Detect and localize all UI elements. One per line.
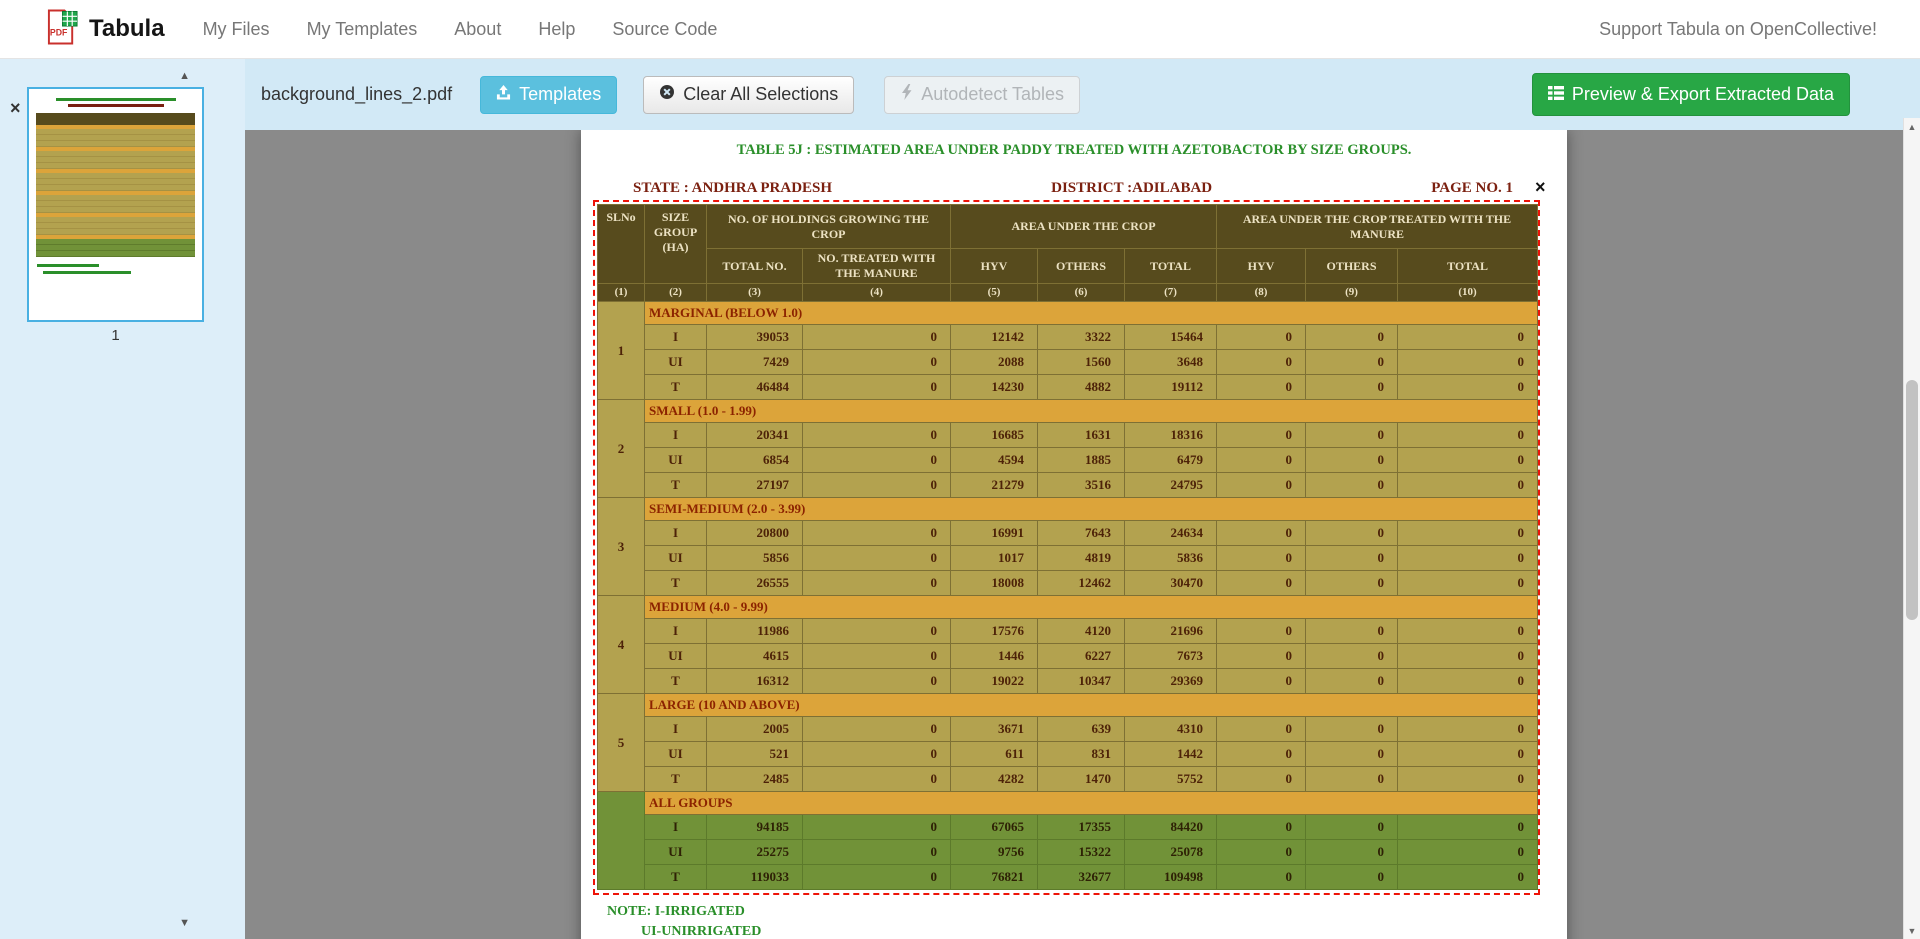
sidebar-scroll-up-icon[interactable]: ▲	[179, 71, 190, 82]
table-list-icon	[1548, 84, 1564, 105]
nav-links: My Files My Templates About Help Source …	[203, 19, 718, 40]
nav-about[interactable]: About	[454, 19, 501, 40]
note-line-2: UI-UNIRRIGATED	[641, 922, 761, 939]
scrollbar-down-icon[interactable]: ▼	[1904, 922, 1920, 939]
thumbnail-close-icon[interactable]: ×	[10, 99, 21, 117]
thumbnail-table	[36, 113, 195, 257]
document-filename: background_lines_2.pdf	[261, 84, 452, 105]
clear-all-selections-button[interactable]: Clear All Selections	[643, 76, 854, 114]
remove-circle-icon	[659, 84, 675, 105]
thumbnail-note-line	[43, 271, 131, 274]
sidebar-scroll-down-icon[interactable]: ▼	[179, 918, 190, 929]
thumbnail-note-line	[37, 264, 99, 267]
pdf-note: NOTE: I-IRRIGATED UI-UNIRRIGATED	[607, 902, 761, 939]
lightning-bolt-icon	[900, 84, 913, 105]
selection-close-icon[interactable]: ×	[1535, 178, 1546, 196]
thumbnail-title-line	[56, 98, 176, 101]
pdf-page[interactable]: TABLE 5J : ESTIMATED AREA UNDER PADDY TR…	[581, 130, 1567, 939]
upload-icon	[496, 84, 511, 105]
top-navbar: PDF Tabula My Files My Templates About H…	[0, 0, 1920, 59]
nav-help[interactable]: Help	[538, 19, 575, 40]
preview-export-button[interactable]: Preview & Export Extracted Data	[1532, 73, 1850, 116]
autodetect-tables-button: Autodetect Tables	[884, 76, 1080, 114]
main-panel: background_lines_2.pdf Templates	[245, 59, 1920, 939]
templates-button[interactable]: Templates	[480, 76, 617, 114]
thumbnail-meta-line	[68, 104, 164, 107]
note-line-1: NOTE: I-IRRIGATED	[607, 902, 761, 922]
tabula-brand[interactable]: PDF Tabula	[46, 8, 165, 51]
brand-title: Tabula	[89, 15, 165, 43]
page-no-text: PAGE NO. 1	[1431, 180, 1513, 197]
page-sidebar: × 1 ▲ ▼	[0, 59, 245, 939]
nav-source-code[interactable]: Source Code	[612, 19, 717, 40]
svg-text:PDF: PDF	[50, 27, 67, 37]
pdf-table-title: TABLE 5J : ESTIMATED AREA UNDER PADDY TR…	[581, 142, 1567, 159]
pdf-meta-row: STATE : ANDHRA PRADESH DISTRICT :ADILABA…	[633, 180, 1513, 197]
document-viewport: TABLE 5J : ESTIMATED AREA UNDER PADDY TR…	[245, 130, 1920, 939]
tabula-logo-icon: PDF	[46, 8, 79, 51]
district-text: DISTRICT :ADILABAD	[832, 180, 1431, 197]
toolbar: background_lines_2.pdf Templates	[245, 59, 1920, 130]
page-number-caption: 1	[27, 327, 204, 344]
vertical-scrollbar[interactable]: ▲ ▼	[1903, 118, 1920, 939]
state-text: STATE : ANDHRA PRADESH	[633, 180, 832, 197]
scrollbar-up-icon[interactable]: ▲	[1904, 118, 1920, 135]
scrollbar-thumb[interactable]	[1906, 380, 1918, 620]
app-body: × 1 ▲ ▼ background_lines_2.pdf	[0, 59, 1920, 939]
nav-my-files[interactable]: My Files	[203, 19, 270, 40]
nav-my-templates[interactable]: My Templates	[307, 19, 418, 40]
page-thumbnail[interactable]	[27, 87, 204, 322]
selection-box[interactable]	[593, 200, 1540, 895]
support-link[interactable]: Support Tabula on OpenCollective!	[1599, 19, 1877, 40]
